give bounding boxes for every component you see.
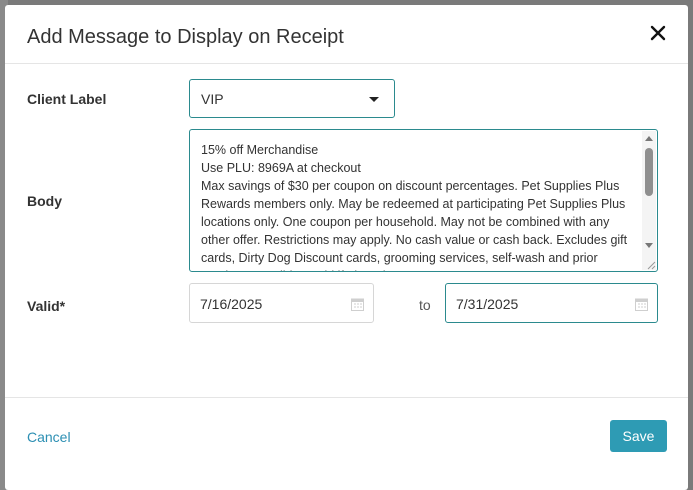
client-label-value: VIP <box>201 91 224 107</box>
modal-footer <box>5 397 688 398</box>
date-range-to-label: to <box>419 297 431 313</box>
modal-header: Add Message to Display on Receipt <box>5 5 688 64</box>
textarea-scrollbar[interactable] <box>642 131 656 270</box>
save-button[interactable]: Save <box>610 420 667 452</box>
scroll-thumb[interactable] <box>645 148 653 196</box>
scroll-down-icon[interactable] <box>645 243 653 248</box>
client-label-label: Client Label <box>27 91 107 107</box>
body-textarea[interactable]: 15% off Merchandise Use PLU: 8969A at che… <box>189 129 658 272</box>
valid-label: Valid* <box>27 298 66 314</box>
valid-end-date-input[interactable]: 7/31/2025 <box>445 283 658 323</box>
close-icon <box>650 25 666 41</box>
scroll-up-icon[interactable] <box>645 136 653 141</box>
body-text: 15% off Merchandise Use PLU: 8969A at che… <box>201 143 628 271</box>
calendar-icon <box>351 298 364 311</box>
add-message-modal: Add Message to Display on Receipt Client… <box>5 5 688 490</box>
close-button[interactable] <box>646 21 670 45</box>
calendar-icon <box>635 298 648 311</box>
body-label: Body <box>27 193 62 209</box>
chevron-down-icon <box>369 97 379 102</box>
modal-title: Add Message to Display on Receipt <box>27 26 344 48</box>
valid-end-date-value: 7/31/2025 <box>456 296 519 312</box>
cancel-link[interactable]: Cancel <box>27 429 71 445</box>
valid-start-date-input[interactable]: 7/16/2025 <box>189 283 374 323</box>
resize-grip-icon[interactable] <box>644 258 656 270</box>
valid-start-date-value: 7/16/2025 <box>200 296 263 312</box>
client-label-select[interactable]: VIP <box>189 79 395 118</box>
